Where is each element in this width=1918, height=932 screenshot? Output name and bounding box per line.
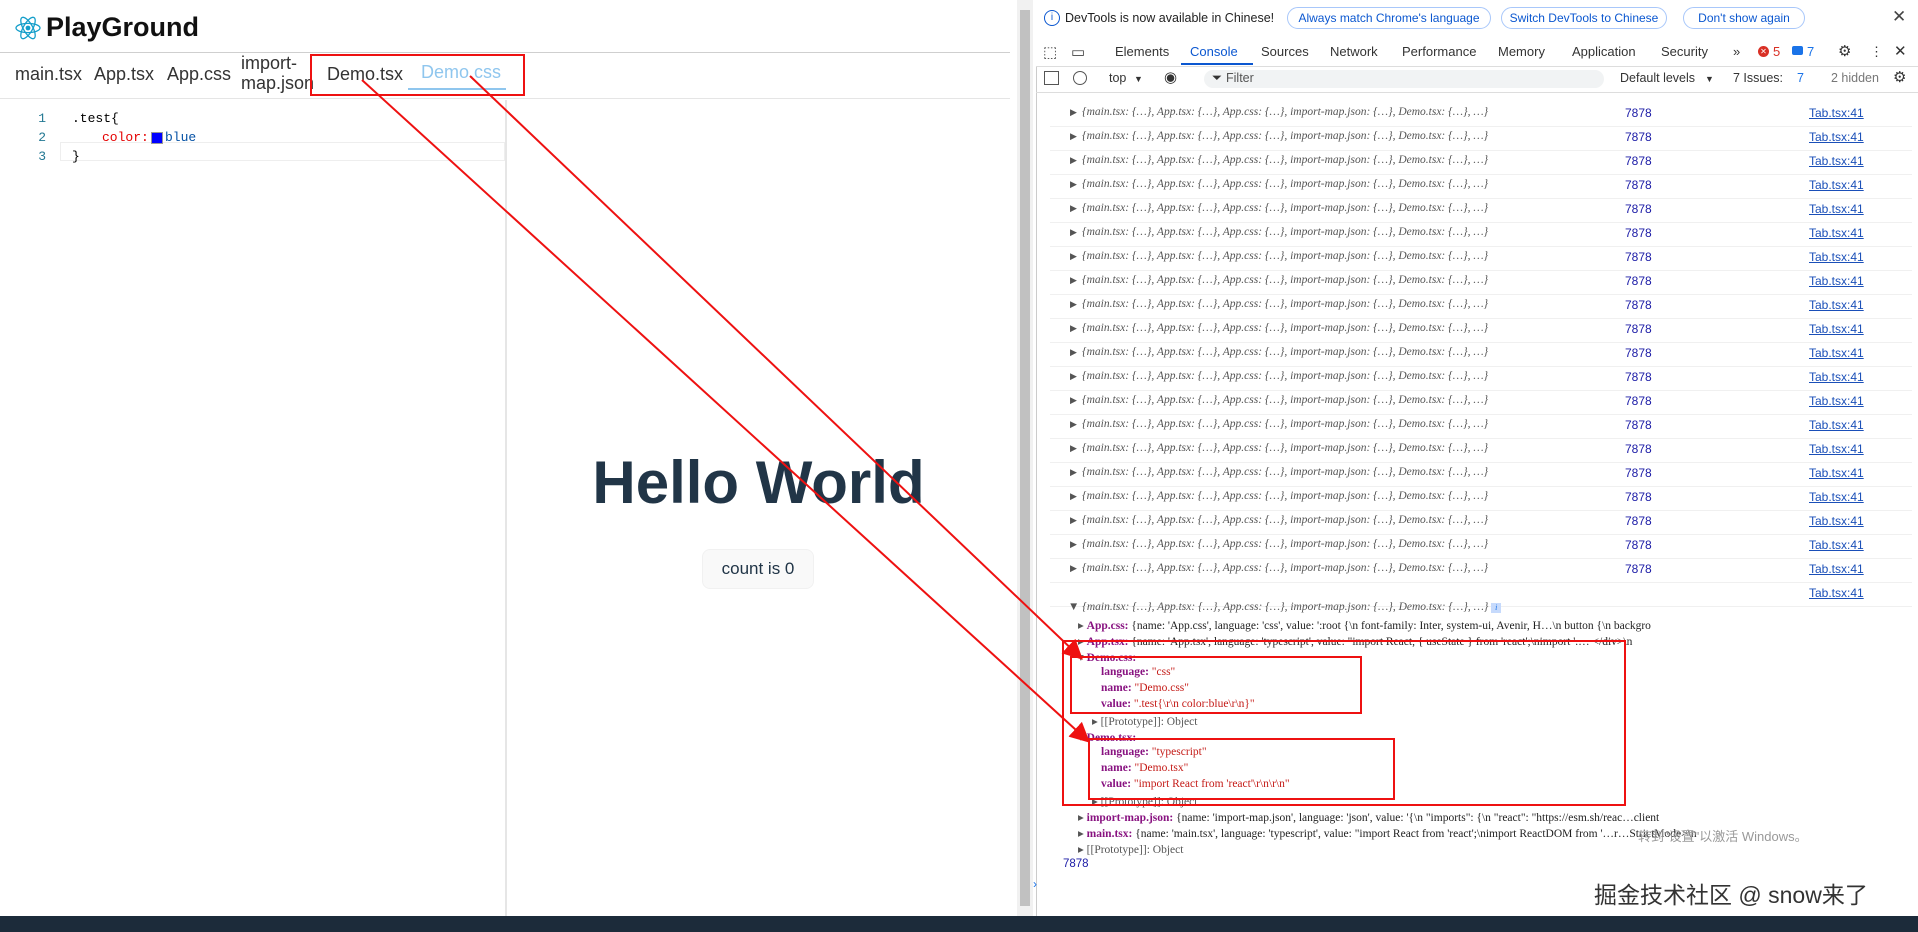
windows-activation-watermark: 转到"设置"以激活 Windows。 bbox=[1638, 829, 1808, 844]
arrow-to-demo-css bbox=[469, 75, 1083, 660]
source-watermark: 掘金技术社区 @ snow来了 bbox=[1594, 882, 1868, 908]
annotation-arrows bbox=[361, 75, 1090, 743]
arrow-to-demo-tsx bbox=[361, 79, 1090, 743]
windows-taskbar bbox=[0, 916, 1918, 932]
